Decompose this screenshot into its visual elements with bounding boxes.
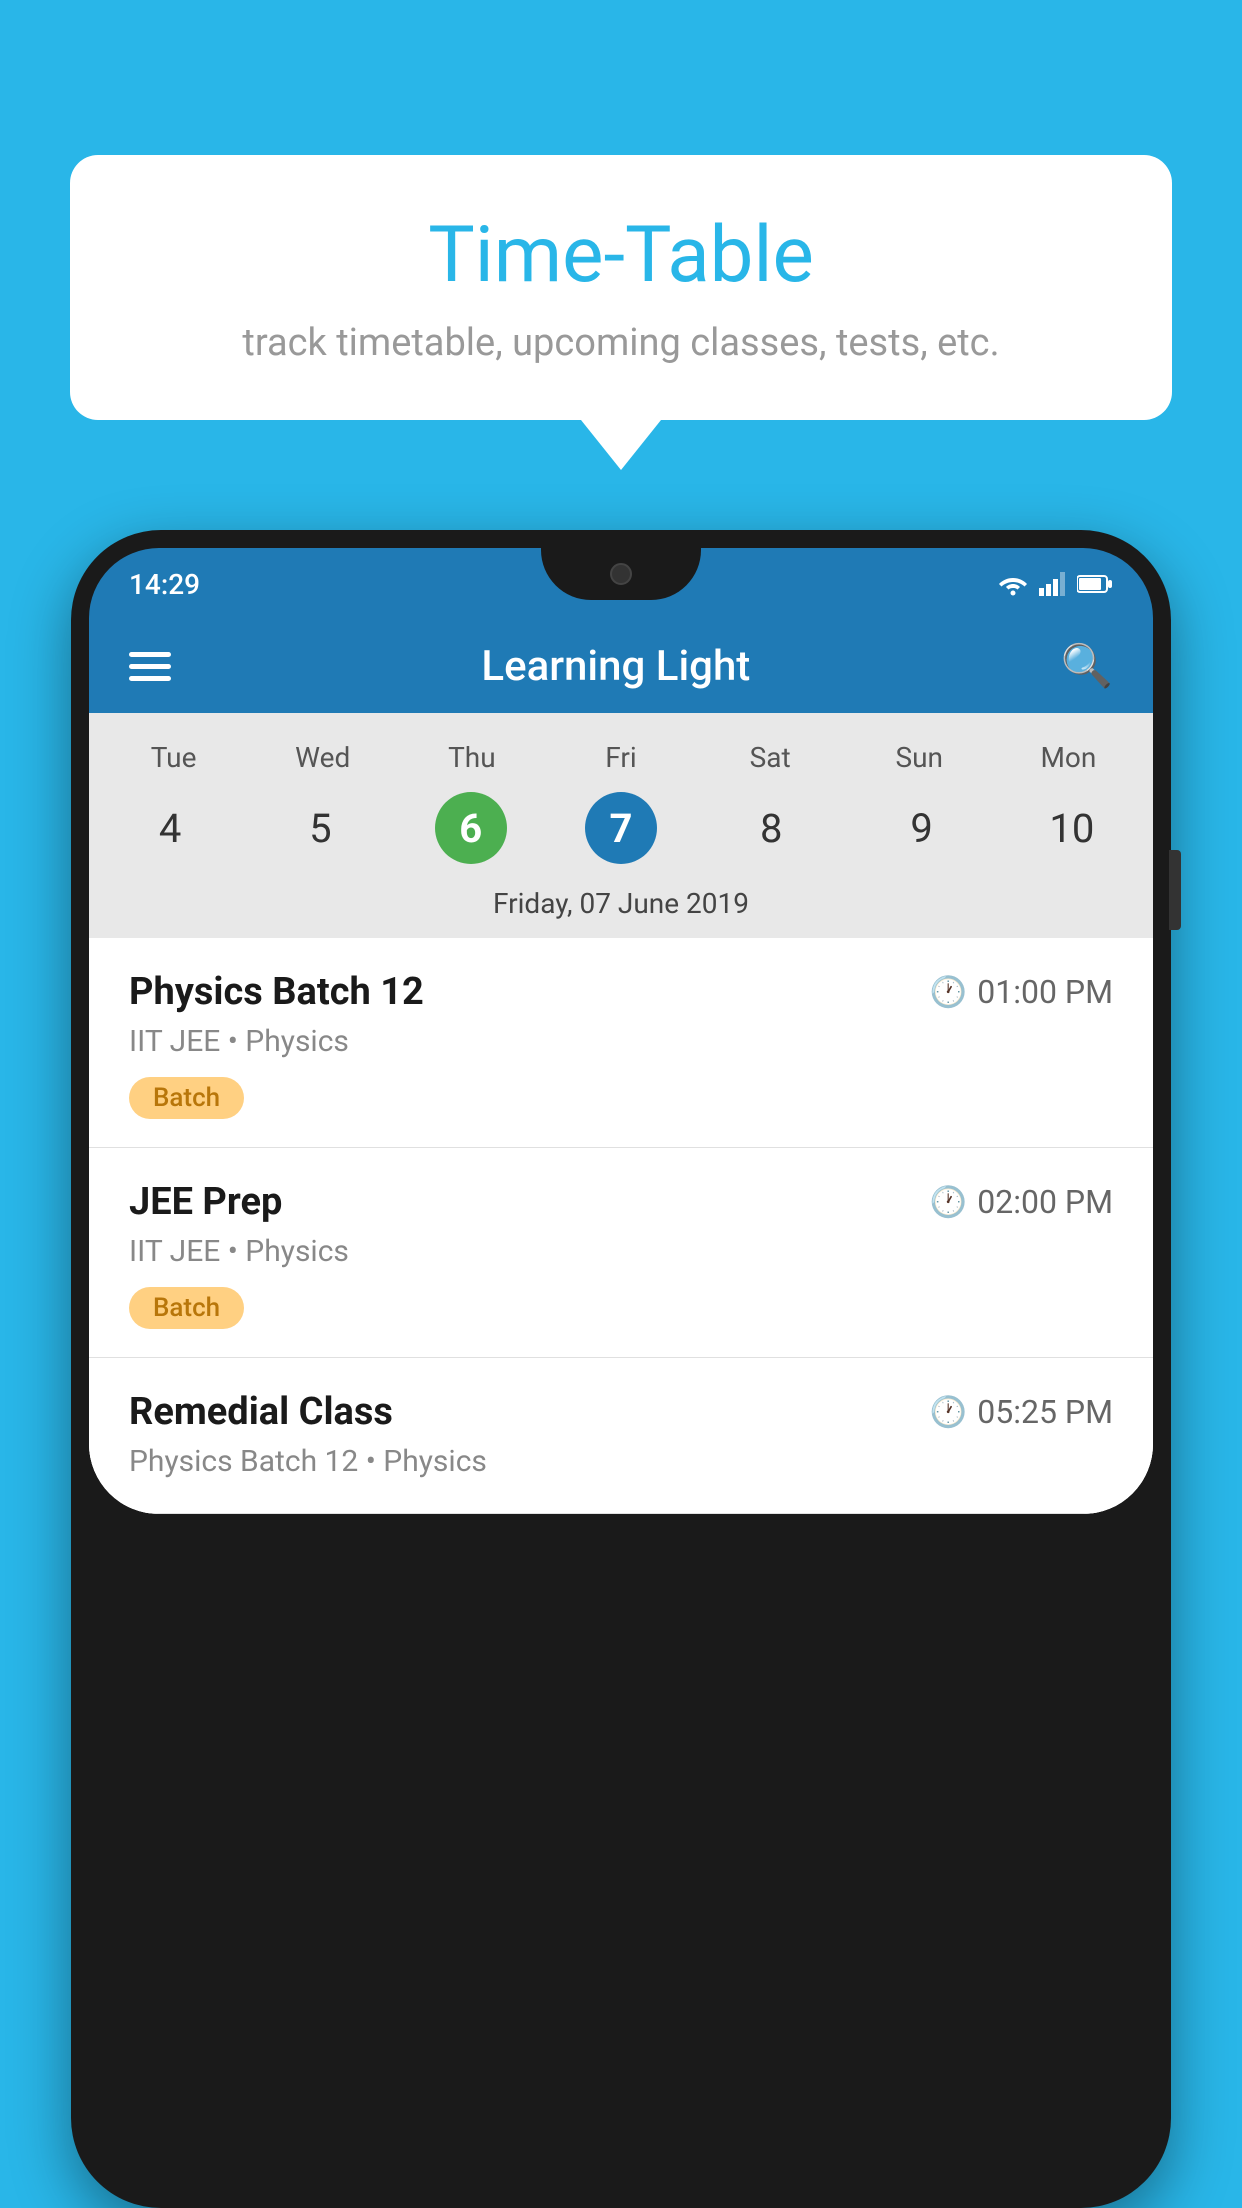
battery-icon xyxy=(1077,573,1113,595)
side-button xyxy=(1169,850,1181,930)
day-num-7-selected[interactable]: 7 xyxy=(585,792,657,864)
schedule-item-2-title: JEE Prep xyxy=(129,1180,282,1224)
schedule-item-2-subtitle: IIT JEE • Physics xyxy=(129,1234,1113,1269)
schedule-item-3-title: Remedial Class xyxy=(129,1390,393,1434)
menu-line-1 xyxy=(129,652,171,657)
calendar-strip: Tue Wed Thu Fri Sat Sun Mon 4 5 6 7 8 9 … xyxy=(89,713,1153,938)
bubble-title: Time-Table xyxy=(130,210,1112,301)
day-num-8[interactable]: 8 xyxy=(735,792,807,864)
day-header-thu: Thu xyxy=(397,733,546,782)
day-header-mon: Mon xyxy=(994,733,1143,782)
schedule-item-1-time: 🕐 01:00 PM xyxy=(930,973,1113,1011)
speech-bubble: Time-Table track timetable, upcoming cla… xyxy=(70,155,1172,420)
clock-icon-2: 🕐 xyxy=(930,1185,967,1220)
day-header-tue: Tue xyxy=(99,733,248,782)
schedule-item-3-time-text: 05:25 PM xyxy=(977,1393,1113,1431)
day-num-9[interactable]: 9 xyxy=(886,792,958,864)
app-bar: Learning Light 🔍 xyxy=(89,620,1153,713)
speech-bubble-arrow xyxy=(581,420,661,470)
schedule-item-3-header: Remedial Class 🕐 05:25 PM xyxy=(129,1390,1113,1434)
schedule-item-2-header: JEE Prep 🕐 02:00 PM xyxy=(129,1180,1113,1224)
menu-line-3 xyxy=(129,676,171,681)
schedule-item-1-title: Physics Batch 12 xyxy=(129,970,424,1014)
day-num-5[interactable]: 5 xyxy=(284,792,356,864)
schedule-item-3[interactable]: Remedial Class 🕐 05:25 PM Physics Batch … xyxy=(89,1358,1153,1514)
app-title: Learning Light xyxy=(481,642,750,691)
menu-icon[interactable] xyxy=(129,652,171,681)
status-time: 14:29 xyxy=(129,568,200,601)
day-header-sun: Sun xyxy=(845,733,994,782)
day-header-wed: Wed xyxy=(248,733,397,782)
schedule-item-1-subtitle: IIT JEE • Physics xyxy=(129,1024,1113,1059)
wifi-icon xyxy=(997,572,1029,596)
schedule-item-1[interactable]: Physics Batch 12 🕐 01:00 PM IIT JEE • Ph… xyxy=(89,938,1153,1148)
schedule-item-1-badge: Batch xyxy=(129,1077,244,1119)
schedule-item-3-subtitle: Physics Batch 12 • Physics xyxy=(129,1444,1113,1479)
phone-frame: 14:29 xyxy=(71,530,1171,2208)
menu-line-2 xyxy=(129,664,171,669)
schedule-item-3-time: 🕐 05:25 PM xyxy=(930,1393,1113,1431)
clock-icon-1: 🕐 xyxy=(930,975,967,1010)
search-icon[interactable]: 🔍 xyxy=(1061,642,1113,691)
day-num-6-today[interactable]: 6 xyxy=(435,792,507,864)
schedule-item-2-badge: Batch xyxy=(129,1287,244,1329)
schedule-item-1-header: Physics Batch 12 🕐 01:00 PM xyxy=(129,970,1113,1014)
day-numbers: 4 5 6 7 8 9 10 xyxy=(89,782,1153,879)
schedule-item-2-time: 🕐 02:00 PM xyxy=(930,1183,1113,1221)
schedule-list: Physics Batch 12 🕐 01:00 PM IIT JEE • Ph… xyxy=(89,938,1153,1514)
day-num-4[interactable]: 4 xyxy=(134,792,206,864)
day-headers: Tue Wed Thu Fri Sat Sun Mon xyxy=(89,733,1153,782)
day-header-sat: Sat xyxy=(696,733,845,782)
selected-date-label: Friday, 07 June 2019 xyxy=(89,879,1153,938)
phone-mockup: 14:29 xyxy=(70,530,1172,2208)
speech-bubble-section: Time-Table track timetable, upcoming cla… xyxy=(70,155,1172,470)
status-icons xyxy=(997,572,1113,596)
day-header-fri: Fri xyxy=(546,733,695,782)
schedule-item-2[interactable]: JEE Prep 🕐 02:00 PM IIT JEE • Physics Ba… xyxy=(89,1148,1153,1358)
schedule-item-2-time-text: 02:00 PM xyxy=(977,1183,1113,1221)
schedule-item-1-time-text: 01:00 PM xyxy=(977,973,1113,1011)
signal-icon xyxy=(1039,572,1067,596)
app-screen: Learning Light 🔍 Tue Wed Thu Fri Sat Sun… xyxy=(89,620,1153,1514)
bubble-subtitle: track timetable, upcoming classes, tests… xyxy=(130,321,1112,365)
phone-notch xyxy=(541,548,701,600)
status-bar: 14:29 xyxy=(89,548,1153,620)
day-num-10[interactable]: 10 xyxy=(1036,792,1108,864)
clock-icon-3: 🕐 xyxy=(930,1395,967,1430)
camera-dot xyxy=(610,563,632,585)
